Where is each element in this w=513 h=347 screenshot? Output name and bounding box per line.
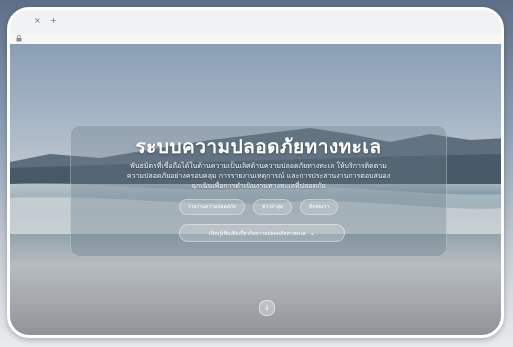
description-line: พันธมิตรที่เชื่อถือได้ในด้านความเป็นเลิศ… xyxy=(130,162,387,170)
hero-panel: ระบบความปลอดภัยทางทะเล พันธมิตรที่เชื่อถ… xyxy=(70,125,447,257)
arrow-down-icon: ↓ xyxy=(264,304,270,312)
chevron-down-icon: ⌄ xyxy=(309,229,316,237)
scroll-down-button[interactable]: ↓ xyxy=(259,300,275,316)
hero-actions: รายงานความปลอดภัย ข่าวล่าสุด ติดต่อเรา xyxy=(71,199,446,215)
latest-news-button[interactable]: ข่าวล่าสุด xyxy=(252,199,293,215)
hero-section: ระบบความปลอดภัยทางทะเล พันธมิตรที่เชื่อถ… xyxy=(10,44,501,335)
close-tab-icon[interactable]: × xyxy=(34,16,41,26)
safety-report-button[interactable]: รายงานความปลอดภัย xyxy=(178,199,245,215)
lock-icon xyxy=(16,35,22,44)
new-tab-icon[interactable]: + xyxy=(50,16,57,26)
hero-description: พันธมิตรที่เชื่อถือได้ในด้านความเป็นเลิศ… xyxy=(89,161,428,191)
description-line: ฉุกเฉินเพื่อการดำเนินงานทางทะเลที่ปลอดภั… xyxy=(191,182,326,190)
contact-us-button[interactable]: ติดต่อเรา xyxy=(300,199,339,215)
description-line: ความปลอดภัยอย่างครอบคลุม การรายงานเหตุกา… xyxy=(126,172,391,180)
browser-window: × + ระบบความปลอดภัยทางทะเล พันธมิตรที่เช… xyxy=(7,7,504,338)
dropdown-label: เรียนรู้เพิ่มเติมเกี่ยวกับความปลอดภัยทาง… xyxy=(208,231,306,237)
page-title: ระบบความปลอดภัยทางทะเล xyxy=(135,136,382,158)
learn-more-dropdown[interactable]: เรียนรู้เพิ่มเติมเกี่ยวกับความปลอดภัยทาง… xyxy=(179,224,345,242)
tab-strip: × + xyxy=(10,10,501,35)
